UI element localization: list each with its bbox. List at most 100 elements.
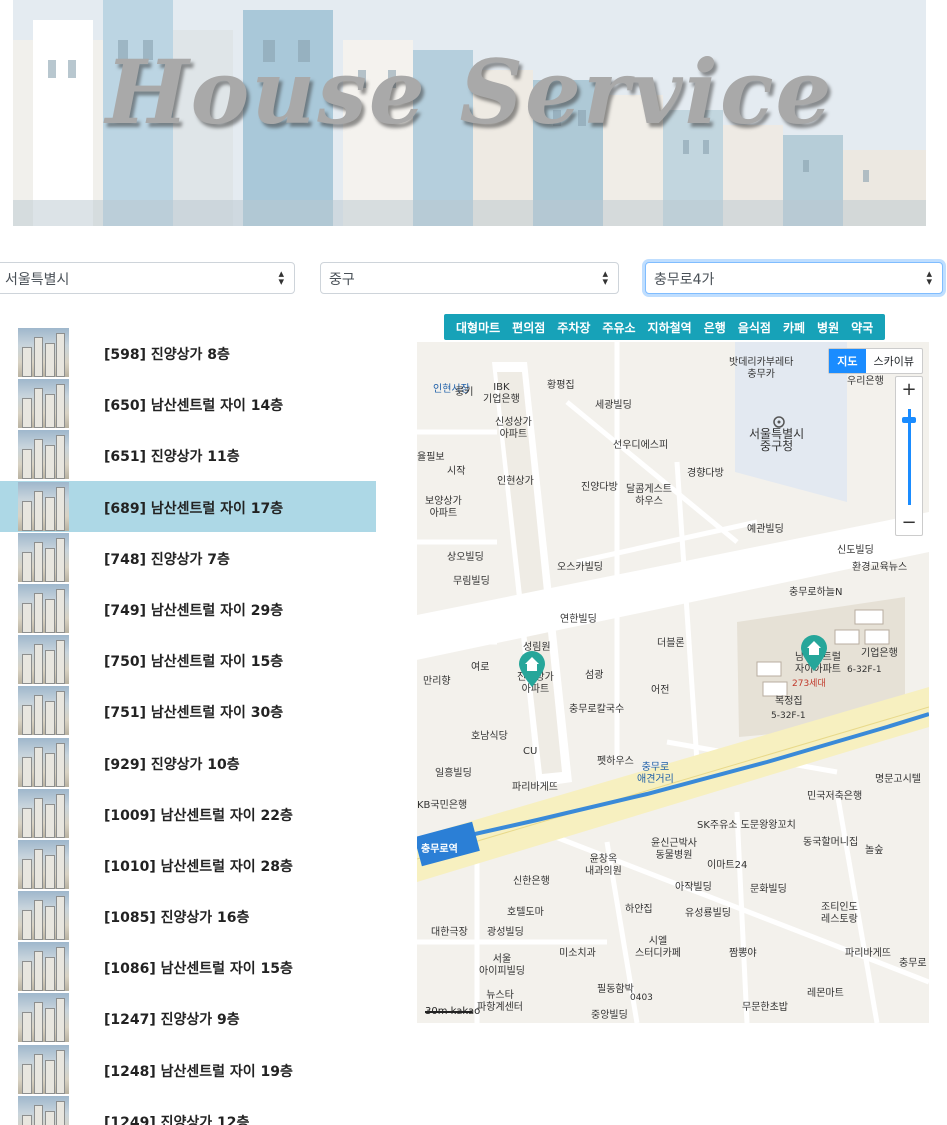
house-list-label: [1247] 진양상가 9층: [104, 1012, 240, 1029]
house-list-label: [750] 남산센트럴 자이 15층: [104, 654, 284, 671]
category-button[interactable]: 주차장: [557, 319, 590, 336]
house-list-label: [749] 남산센트럴 자이 29층: [104, 602, 284, 619]
zoom-in-button[interactable]: +: [896, 379, 922, 400]
map-label: 대한극장: [431, 927, 468, 938]
map-type-skyview-button[interactable]: 스카이뷰: [866, 349, 922, 373]
map-scale-label: 30m: [425, 1006, 448, 1017]
apartment-thumbnail: [18, 379, 69, 429]
map-label: 파리바게뜨: [845, 948, 891, 959]
district-select-value: 중구: [329, 272, 355, 288]
category-button[interactable]: 주유소: [602, 319, 635, 336]
category-button[interactable]: 약국: [851, 319, 873, 336]
category-button[interactable]: 카페: [783, 319, 805, 336]
house-list-item[interactable]: [751] 남산센트럴 자이 30층: [0, 685, 376, 736]
house-marker-icon[interactable]: [517, 650, 547, 688]
category-button[interactable]: 음식점: [738, 319, 771, 336]
apartment-thumbnail: [18, 839, 69, 889]
map-label: 세광빌딩: [595, 400, 632, 411]
district-select[interactable]: 중구 ▴ ▾: [320, 262, 619, 294]
map-label: 미소치과: [559, 948, 596, 959]
house-marker-icon[interactable]: [799, 634, 829, 672]
map-label: 광성빌딩: [487, 927, 524, 938]
map-label: 호텔도마: [507, 907, 544, 918]
house-list-item[interactable]: [1010] 남산센트럴 자이 28층: [0, 839, 376, 890]
apartment-thumbnail: [18, 1095, 69, 1125]
category-button[interactable]: 지하철역: [648, 319, 692, 336]
category-button[interactable]: 대형마트: [456, 319, 500, 336]
map-label: 윤신근박사 동물병원: [651, 838, 697, 861]
house-list-item[interactable]: [598] 진양상가 8층: [0, 327, 376, 378]
house-list-label: [1248] 남산센트럴 자이 19층: [104, 1063, 293, 1080]
map-label: 유성룡빌딩: [685, 908, 731, 919]
apartment-thumbnail: [18, 1044, 69, 1094]
apartment-thumbnail: [18, 788, 69, 838]
map-label: 연한빌딩: [560, 614, 597, 625]
map[interactable]: 인현시장 IBK 기업은행 황평집 세광빌딩 밧데리카부레타 충무카 우리은행 서울…: [417, 342, 929, 1023]
map-label: 레몬마트: [807, 988, 844, 999]
house-list-item[interactable]: [650] 남산센트럴 자이 14층: [0, 378, 376, 429]
house-list-label: [689] 남산센트럴 자이 17층: [104, 500, 284, 517]
map-label: IBK 기업은행: [483, 382, 520, 405]
house-list-item[interactable]: [750] 남산센트럴 자이 15층: [0, 634, 376, 685]
house-list-item[interactable]: [1086] 남산센트럴 자이 15층: [0, 941, 376, 992]
house-list-label: [929] 진양상가 10층: [104, 756, 240, 773]
map-label: 인현상가: [497, 476, 534, 487]
zoom-slider-handle[interactable]: [902, 417, 916, 423]
house-list-item[interactable]: [749] 남산센트럴 자이 29층: [0, 583, 376, 634]
apartment-thumbnail: [18, 583, 69, 633]
city-select-value: 서울특별시: [5, 272, 70, 288]
apartment-thumbnail: [18, 532, 69, 582]
select-arrows-icon: ▴ ▾: [602, 267, 608, 288]
house-list-item[interactable]: [748] 진양상가 7층: [0, 532, 376, 583]
category-button[interactable]: 편의점: [512, 319, 545, 336]
map-label: 충무로역: [421, 844, 458, 855]
map-type-control: 지도 스카이뷰: [828, 348, 923, 374]
map-label: 놀숲: [865, 845, 884, 856]
select-arrows-icon: ▴ ▾: [926, 267, 932, 288]
map-label: 서울 아이피빌딩: [479, 954, 525, 977]
map-label: 민국저축은행: [807, 791, 863, 802]
house-list-item[interactable]: [1009] 남산센트럴 자이 22층: [0, 788, 376, 839]
banner-image: House Service: [13, 0, 926, 226]
house-list-item[interactable]: [1085] 진양상가 16층: [0, 890, 376, 941]
map-label: 6-32F-1: [847, 665, 882, 675]
house-list-label: [1086] 남산센트럴 자이 15층: [104, 961, 293, 978]
map-label: 율필보: [417, 452, 445, 463]
map-label: 기업은행: [861, 648, 898, 659]
house-list-item[interactable]: [1249] 진양상가 12층: [0, 1095, 376, 1125]
category-button[interactable]: 은행: [704, 319, 726, 336]
dong-select[interactable]: 충무로4가 ▴ ▾: [645, 262, 943, 294]
map-label: 오스카빌딩: [557, 562, 603, 573]
house-list-label: [1009] 남산센트럴 자이 22층: [104, 807, 293, 824]
map-label: 룽키: [455, 387, 474, 398]
zoom-control: + −: [895, 376, 923, 536]
house-list-item[interactable]: [929] 진양상가 10층: [0, 737, 376, 788]
apartment-thumbnail: [18, 737, 69, 787]
map-type-map-button[interactable]: 지도: [829, 349, 866, 373]
map-label: 짬뽕야: [729, 948, 757, 959]
house-list-item[interactable]: [689] 남산센트럴 자이 17층: [0, 480, 376, 532]
house-list-label: [598] 진양상가 8층: [104, 347, 230, 363]
map-label: 신한은행: [513, 876, 550, 887]
map-label: 273세대: [792, 679, 826, 689]
category-button[interactable]: 병원: [817, 319, 839, 336]
house-list-item[interactable]: [1248] 남산센트럴 자이 19층: [0, 1044, 376, 1095]
map-label: 환경교육뉴스: [852, 562, 908, 573]
city-select[interactable]: 서울특별시 ▴ ▾: [0, 262, 295, 294]
dong-select-value: 충무로4가: [654, 272, 715, 288]
zoom-out-button[interactable]: −: [896, 512, 922, 533]
house-list-item[interactable]: [1247] 진양상가 9층: [0, 992, 376, 1043]
map-label: 달콤게스트 하우스: [626, 484, 672, 507]
house-list-item[interactable]: [651] 진양상가 11층: [0, 429, 376, 480]
map-label: 선우디에스피: [613, 440, 669, 451]
zoom-slider-track[interactable]: [908, 409, 911, 505]
map-label: 충무로: [899, 958, 927, 969]
house-list-label: [1249] 진양상가 12층: [104, 1114, 250, 1125]
house-list-label: [651] 진양상가 11층: [104, 449, 240, 466]
map-label: 호남식당: [471, 731, 508, 742]
apartment-thumbnail: [18, 481, 69, 531]
map-label: 뉴스타 파항계센터: [477, 990, 523, 1013]
map-label: 진양다방: [581, 482, 618, 493]
house-list-label: [748] 진양상가 7층: [104, 551, 230, 568]
map-label: 무문한초밥: [742, 1002, 788, 1013]
